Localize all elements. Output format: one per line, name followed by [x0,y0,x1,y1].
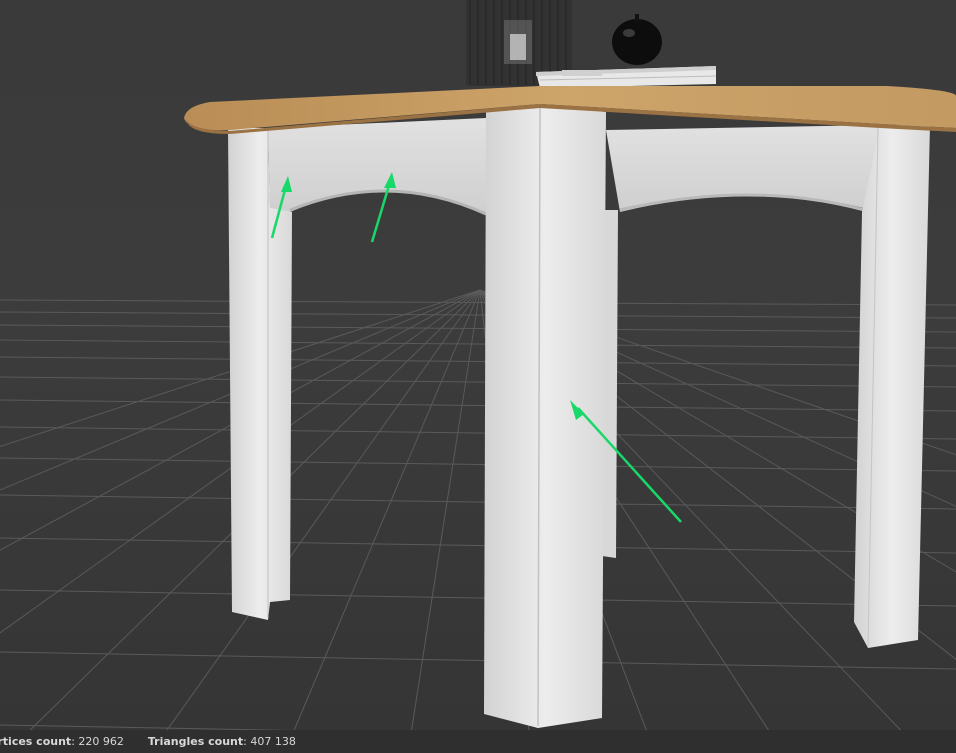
vertices-count-stat: Vertices count: 220 962 [0,735,124,748]
table-leg-right [854,125,930,648]
triangles-count-stat: Triangles count: 407 138 [147,735,296,748]
vertices-count-label: Vertices count [0,735,72,748]
status-bar: Vertices count: 220 962 Triangles count:… [0,730,956,753]
triangles-count-label: Triangles count [147,735,244,748]
table-leg-front [484,104,606,728]
3d-viewport[interactable] [0,0,956,730]
triangles-count-value: 407 138 [250,735,296,748]
vertices-count-value: 220 962 [78,735,124,748]
scene-canvas[interactable] [0,0,956,730]
